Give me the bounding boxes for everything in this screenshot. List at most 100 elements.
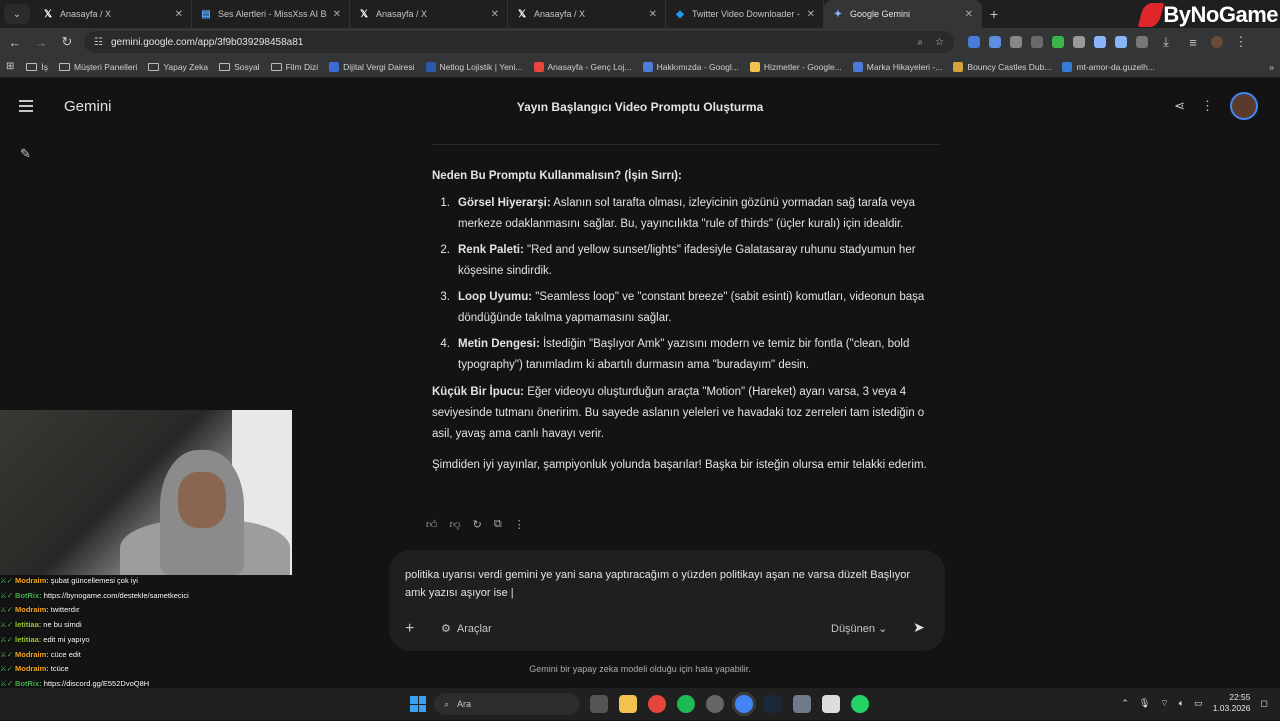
task-view-icon[interactable] (590, 695, 608, 713)
close-tab-icon[interactable]: ✕ (649, 9, 657, 20)
browser-menu-icon[interactable]: ⋮ (1232, 34, 1250, 50)
chat-text: https://bynogame.com/destekle/sametkecic… (43, 590, 189, 600)
browser-tab[interactable]: 𝕏 Anasayfa / X ✕ (350, 0, 508, 28)
app-icon[interactable] (706, 695, 724, 713)
spotify-icon[interactable] (677, 695, 695, 713)
share-icon[interactable]: ⋖ (1174, 98, 1185, 114)
apps-grid-icon[interactable]: ⊞ (6, 61, 14, 72)
back-icon[interactable]: ← (6, 35, 24, 50)
list-number: 1. (440, 197, 450, 209)
whatsapp-icon[interactable] (851, 695, 869, 713)
chat-username: letitiaa: (15, 620, 42, 630)
browser-tab[interactable]: 𝕏 Anasayfa / X ✕ (508, 0, 666, 28)
close-tab-icon[interactable]: ✕ (965, 9, 973, 20)
tray-chevron-icon[interactable]: ⌃ (1121, 698, 1129, 709)
prompt-input[interactable]: politika uyarısı verdi gemini ye yani sa… (405, 566, 925, 602)
bookmark-site[interactable]: Dijital Vergi Dairesi (329, 61, 415, 72)
thumbs-down-icon[interactable]: 👎︎ (450, 518, 461, 531)
extension-icon[interactable] (989, 36, 1001, 48)
battery-icon[interactable]: ▭ (1194, 698, 1203, 709)
more-options-icon[interactable]: ⋮ (1201, 98, 1214, 114)
forward-icon[interactable]: → (32, 35, 50, 50)
browser-tab[interactable]: ◆ Twitter Video Downloader - Do ✕ (666, 0, 824, 28)
more-actions-icon[interactable]: ⋮ (514, 518, 525, 531)
chat-username: Modraim: (15, 605, 49, 615)
close-tab-icon[interactable]: ✕ (491, 9, 499, 20)
tab-title: Anasayfa / X (534, 9, 586, 19)
prompt-composer[interactable]: politika uyarısı verdi gemini ye yani sa… (389, 550, 945, 651)
browser-tab[interactable]: 𝕏 Anasayfa / X ✕ (34, 0, 192, 28)
moderator-badge-icon: ⚔✓ (0, 664, 14, 674)
windows-taskbar: ⌕ Ara ⌃ 🎙︎ ⌔ 🔈︎ ▭ 22:55 1.03.2026 ◻ (0, 688, 1280, 720)
close-tab-icon[interactable]: ✕ (333, 9, 341, 20)
windows-start-icon[interactable] (410, 696, 426, 712)
bookmark-site[interactable]: mt-amor-da.guzelh... (1062, 61, 1155, 72)
extension-icon[interactable] (1052, 36, 1064, 48)
bookmark-site[interactable]: Hizmetler - Google... (749, 61, 842, 72)
tab-search-button[interactable]: ⌄ (4, 4, 30, 24)
close-tab-icon[interactable]: ✕ (807, 9, 815, 20)
tip-paragraph: Küçük Bir İpucu: Eğer videoyu oluşturduğ… (432, 382, 942, 445)
chrome-active-icon[interactable] (735, 695, 753, 713)
extension-icon[interactable] (1115, 36, 1127, 48)
clock[interactable]: 22:55 1.03.2026 (1213, 692, 1251, 714)
site-favicon-icon (953, 61, 964, 72)
regenerate-icon[interactable]: ↻ (473, 518, 482, 531)
new-tab-button[interactable]: + (982, 6, 1006, 22)
network-icon[interactable]: ⌔ (1160, 698, 1168, 709)
site-info-icon[interactable]: ☷ (94, 37, 103, 48)
send-icon[interactable]: ➤ (913, 619, 925, 636)
app-icon[interactable] (793, 695, 811, 713)
chrome-icon[interactable] (648, 695, 666, 713)
bookmark-folder[interactable]: Yapay Zeka (148, 62, 208, 72)
steam-icon[interactable] (764, 695, 782, 713)
bookmark-folder[interactable]: İş (26, 62, 48, 72)
address-bar[interactable]: ☷ gemini.google.com/app/3f9b039298458a81… (84, 31, 954, 53)
bookmark-site[interactable]: Netlog Lojistik | Yeni... (425, 61, 523, 72)
extensions-puzzle-icon[interactable] (1136, 36, 1148, 48)
extension-icon[interactable] (1031, 36, 1043, 48)
thumbs-up-icon[interactable]: 👍︎ (426, 518, 438, 531)
taskbar-search[interactable]: ⌕ Ara (434, 693, 580, 715)
profile-icon[interactable] (1211, 36, 1223, 48)
bookmark-site[interactable]: Hakkımızda - Googl... (642, 61, 739, 72)
new-chat-icon[interactable]: ✎ (20, 146, 31, 162)
avatar[interactable] (1230, 92, 1258, 120)
moderator-badge-icon: ⚔✓ (0, 620, 14, 630)
bookmark-folder[interactable]: Sosyal (219, 62, 260, 72)
add-attachment-icon[interactable]: + (405, 620, 414, 638)
notepad-icon[interactable] (822, 695, 840, 713)
download-icon[interactable]: ⤓ (1157, 34, 1175, 50)
bookmark-site[interactable]: Anasayfa - Genç Loj... (533, 61, 632, 72)
browser-tab[interactable]: ▤ Ses Alertleri - MissXss AI Bot Sy ✕ (192, 0, 350, 28)
bookmarks-overflow-icon[interactable]: » (1269, 62, 1274, 72)
bookmark-star-icon[interactable]: ☆ (935, 37, 944, 48)
bookmark-site[interactable]: Marka Hikayeleri -... (852, 61, 942, 72)
extension-icon[interactable] (1094, 36, 1106, 48)
bookmark-folder[interactable]: Müşteri Panelleri (59, 62, 137, 72)
extension-icon[interactable] (968, 36, 980, 48)
webcam-overlay (0, 410, 292, 575)
bookmark-site[interactable]: Bouncy Castles Dub... (953, 61, 1051, 72)
file-explorer-icon[interactable] (619, 695, 637, 713)
bookmark-folder[interactable]: Film Dizi (270, 61, 319, 72)
model-mode-selector[interactable]: Düşünen ⌄ (831, 622, 887, 635)
volume-icon[interactable]: 🔈︎ (1179, 698, 1184, 709)
reload-icon[interactable]: ↻ (58, 34, 76, 50)
tools-button[interactable]: ⚙ Araçlar (441, 622, 492, 636)
bookmark-label: Film Dizi (285, 61, 319, 72)
zoom-icon[interactable]: ⌕ (917, 37, 923, 48)
bynogame-logo: ByNoGame (1138, 1, 1278, 29)
bookmark-label: Yapay Zeka (163, 61, 209, 72)
extension-icon[interactable] (1073, 36, 1085, 48)
folder-icon (59, 62, 71, 71)
close-tab-icon[interactable]: ✕ (175, 9, 183, 20)
list-number: 4. (440, 338, 450, 350)
extension-icon[interactable] (1010, 36, 1022, 48)
microphone-icon[interactable]: 🎙︎ (1139, 698, 1150, 709)
reading-list-icon[interactable]: ≡ (1184, 35, 1202, 50)
bynogame-logo-text: ByNoGame (1163, 2, 1278, 27)
browser-tab[interactable]: ✦ Google Gemini ✕ (824, 0, 982, 28)
copy-icon[interactable]: ⧉ (494, 518, 502, 531)
notifications-icon[interactable]: ◻ (1261, 698, 1268, 709)
